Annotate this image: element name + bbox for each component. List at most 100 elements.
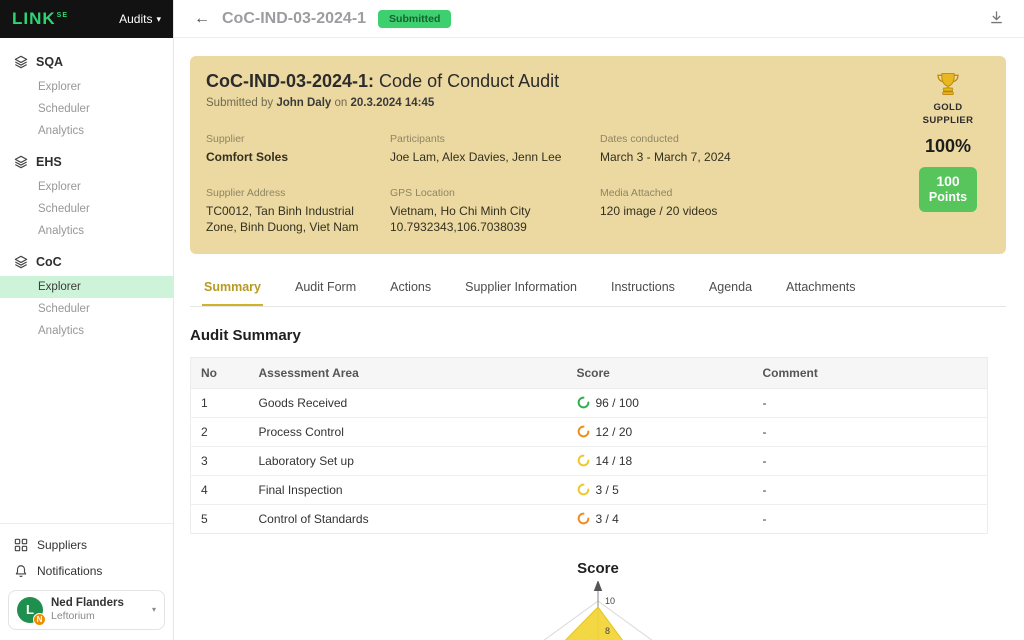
score-text: 12 / 20 — [596, 425, 633, 439]
tab-agenda[interactable]: Agenda — [707, 272, 754, 306]
score-gauge-icon — [577, 396, 590, 409]
audits-dropdown[interactable]: Audits ▾ — [119, 12, 161, 26]
cell-area: Control of Standards — [249, 504, 567, 533]
sidebar-section-sqa-header[interactable]: SQA — [0, 48, 173, 76]
sidebar-section-coc: CoC Explorer Scheduler Analytics — [0, 248, 173, 342]
logo-suffix: SE — [57, 12, 68, 19]
sidebar: LINKSE Audits ▾ SQA Explorer Scheduler A… — [0, 0, 174, 640]
audit-fields: Supplier Comfort Soles Participants Joe … — [206, 133, 990, 236]
sidebar-item-coc-explorer[interactable]: Explorer — [0, 276, 173, 298]
layers-icon — [14, 155, 28, 169]
notifications-label: Notifications — [37, 564, 102, 578]
field-label: Media Attached — [600, 187, 830, 199]
field-value: Vietnam, Ho Chi Minh City 10.7932343,106… — [390, 203, 565, 235]
sidebar-item-ehs-scheduler[interactable]: Scheduler — [0, 198, 173, 220]
sidebar-item-sqa-analytics[interactable]: Analytics — [0, 120, 173, 142]
sidebar-footer: Suppliers Notifications L N Ned Flanders… — [0, 523, 173, 640]
sidebar-item-ehs-explorer[interactable]: Explorer — [0, 176, 173, 198]
sidebar-section-sqa: SQA Explorer Scheduler Analytics — [0, 48, 173, 142]
points-value: 100 — [929, 173, 967, 191]
download-button[interactable] — [989, 10, 1004, 28]
cell-comment: - — [753, 446, 988, 475]
table-row[interactable]: 4 Final Inspection 3 / 5 - — [191, 475, 988, 504]
score-gauge-icon — [577, 425, 590, 438]
score-text: 3 / 5 — [596, 483, 619, 497]
cell-no: 5 — [191, 504, 249, 533]
score-gauge-icon — [577, 454, 590, 467]
sidebar-section-ehs: EHS Explorer Scheduler Analytics — [0, 148, 173, 242]
cell-no: 4 — [191, 475, 249, 504]
points-badge: 100 Points — [919, 167, 977, 212]
cell-area: Laboratory Set up — [249, 446, 567, 475]
brand-header: LINKSE Audits ▾ — [0, 0, 173, 38]
download-icon — [989, 10, 1004, 25]
field-value: Comfort Soles — [206, 149, 381, 165]
cell-comment: - — [753, 417, 988, 446]
column-area: Assessment Area — [249, 357, 567, 388]
field-value: Joe Lam, Alex Davies, Jenn Lee — [390, 149, 565, 165]
field-value: March 3 - March 7, 2024 — [600, 149, 775, 165]
table-row[interactable]: 2 Process Control 12 / 20 - — [191, 417, 988, 446]
suppliers-grid-icon — [14, 538, 28, 552]
sidebar-item-suppliers[interactable]: Suppliers — [8, 532, 165, 558]
tab-supplier-information[interactable]: Supplier Information — [463, 272, 579, 306]
avatar-badge: N — [33, 613, 46, 626]
field-label: Dates conducted — [600, 133, 830, 145]
chevron-down-icon: ▾ — [156, 14, 161, 25]
cell-no: 3 — [191, 446, 249, 475]
tab-instructions[interactable]: Instructions — [609, 272, 677, 306]
tab-attachments[interactable]: Attachments — [784, 272, 857, 306]
topbar: ← CoC-IND-03-2024-1 Submitted — [174, 0, 1024, 38]
submitted-date: 20.3.2024 14:45 — [351, 97, 435, 109]
audit-title-id: CoC-IND-03-2024-1: — [206, 71, 374, 91]
tab-audit-form[interactable]: Audit Form — [293, 272, 358, 306]
tab-bar: Summary Audit Form Actions Supplier Info… — [190, 272, 1006, 307]
table-row[interactable]: 1 Goods Received 96 / 100 - — [191, 388, 988, 417]
score-text: 14 / 18 — [596, 454, 633, 468]
sidebar-item-ehs-analytics[interactable]: Analytics — [0, 220, 173, 242]
sidebar-item-notifications[interactable]: Notifications — [8, 558, 165, 584]
sidebar-item-sqa-scheduler[interactable]: Scheduler — [0, 98, 173, 120]
cell-score: 96 / 100 — [577, 396, 743, 410]
field-participants: Participants Joe Lam, Alex Davies, Jenn … — [390, 133, 600, 165]
submitted-line: Submitted by John Daly on 20.3.2024 14:4… — [206, 97, 990, 109]
sidebar-section-label: SQA — [36, 55, 63, 69]
radar-svg: 246810 — [388, 581, 808, 640]
cell-area: Goods Received — [249, 388, 567, 417]
award-tier-label: GOLD SUPPLIER — [918, 102, 978, 128]
sidebar-item-sqa-explorer[interactable]: Explorer — [0, 76, 173, 98]
score-gauge-icon — [577, 483, 590, 496]
svg-text:10: 10 — [605, 596, 615, 606]
status-badge: Submitted — [378, 10, 451, 28]
cell-no: 1 — [191, 388, 249, 417]
avatar: L N — [17, 597, 43, 623]
cell-comment: - — [753, 504, 988, 533]
cell-area: Process Control — [249, 417, 567, 446]
sidebar-item-coc-analytics[interactable]: Analytics — [0, 320, 173, 342]
trophy-icon — [934, 70, 962, 98]
user-name: Ned Flanders — [51, 597, 144, 611]
field-label: Supplier — [206, 133, 390, 145]
award-panel: GOLD SUPPLIER 100% 100 Points — [912, 70, 984, 212]
audits-dropdown-label: Audits — [119, 12, 152, 26]
sidebar-section-ehs-header[interactable]: EHS — [0, 148, 173, 176]
tab-summary[interactable]: Summary — [202, 272, 263, 306]
back-button[interactable]: ← — [194, 10, 210, 28]
table-row[interactable]: 5 Control of Standards 3 / 4 - — [191, 504, 988, 533]
user-menu[interactable]: L N Ned Flanders Leftorium ▾ — [8, 590, 165, 630]
column-comment: Comment — [753, 357, 988, 388]
field-label: Participants — [390, 133, 600, 145]
field-gps-location: GPS Location Vietnam, Ho Chi Minh City 1… — [390, 187, 600, 235]
tab-actions[interactable]: Actions — [388, 272, 433, 306]
cell-comment: - — [753, 475, 988, 504]
score-radar-chart: 246810 — [388, 581, 808, 640]
field-value: 120 image / 20 videos — [600, 203, 775, 219]
sidebar-section-coc-header[interactable]: CoC — [0, 248, 173, 276]
logo[interactable]: LINKSE — [12, 9, 68, 29]
table-row[interactable]: 3 Laboratory Set up 14 / 18 - — [191, 446, 988, 475]
field-label: Supplier Address — [206, 187, 390, 199]
sidebar-item-coc-scheduler[interactable]: Scheduler — [0, 298, 173, 320]
score-text: 3 / 4 — [596, 512, 619, 526]
audit-header-card: CoC-IND-03-2024-1: Code of Conduct Audit… — [190, 56, 1006, 254]
field-media-attached: Media Attached 120 image / 20 videos — [600, 187, 830, 235]
